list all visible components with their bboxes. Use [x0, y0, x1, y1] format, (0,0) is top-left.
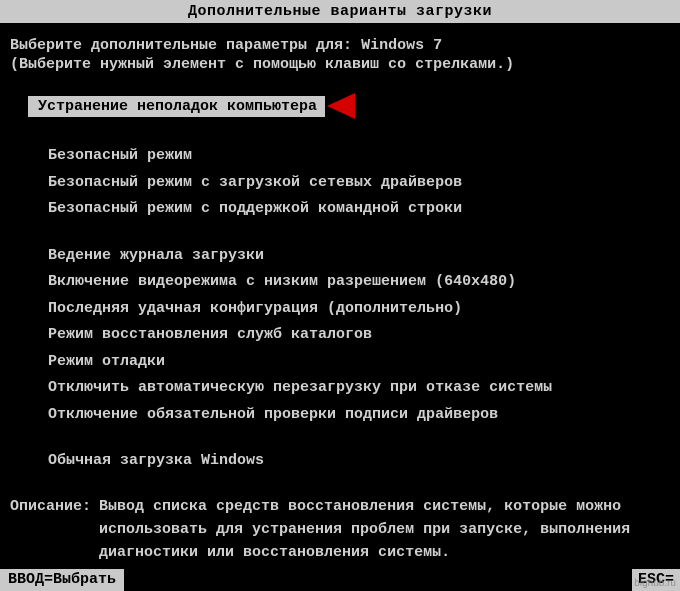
prompt-line: Выберите дополнительные параметры для: W…: [10, 37, 670, 54]
footer-enter-hint: ВВОД=Выбрать: [0, 569, 124, 591]
menu-group-normal: Обычная загрузка Windows: [48, 448, 670, 475]
menu-item[interactable]: Отключение обязательной проверки подписи…: [48, 402, 670, 429]
watermark-text: bighub.ru: [634, 578, 676, 589]
menu-item[interactable]: Безопасный режим с загрузкой сетевых дра…: [48, 170, 670, 197]
footer-bar: ВВОД=Выбрать ESC=: [0, 569, 680, 591]
prompt-os: Windows 7: [361, 37, 442, 54]
selected-option-row[interactable]: Устранение неполадок компьютера: [28, 93, 670, 119]
menu-item[interactable]: Включение видеорежима с низким разрешени…: [48, 269, 670, 296]
description-text: Вывод списка средств восстановления сист…: [99, 495, 670, 565]
footer-gap: [124, 569, 632, 591]
menu-item[interactable]: Режим восстановления служб каталогов: [48, 322, 670, 349]
menu-item[interactable]: Безопасный режим с поддержкой командной …: [48, 196, 670, 223]
hint-line: (Выберите нужный элемент с помощью клави…: [10, 56, 670, 73]
menu-item[interactable]: Ведение журнала загрузки: [48, 243, 670, 270]
menu-item[interactable]: Режим отладки: [48, 349, 670, 376]
arrow-left-icon: [327, 93, 355, 119]
title-text: Дополнительные варианты загрузки: [188, 3, 492, 20]
description-block: Описание: Вывод списка средств восстанов…: [0, 495, 680, 565]
menu-group-advanced: Ведение журнала загрузки Включение видео…: [48, 243, 670, 429]
menu-item[interactable]: Обычная загрузка Windows: [48, 448, 670, 475]
main-content: Выберите дополнительные параметры для: W…: [0, 23, 680, 475]
menu-item-repair-computer[interactable]: Устранение неполадок компьютера: [28, 96, 325, 117]
menu-item[interactable]: Последняя удачная конфигурация (дополнит…: [48, 296, 670, 323]
menu-group-safe-mode: Безопасный режим Безопасный режим с загр…: [48, 143, 670, 223]
menu-item[interactable]: Отключить автоматическую перезагрузку пр…: [48, 375, 670, 402]
description-label: Описание:: [10, 495, 91, 565]
menu-item[interactable]: Безопасный режим: [48, 143, 670, 170]
prompt-prefix: Выберите дополнительные параметры для:: [10, 37, 352, 54]
title-bar: Дополнительные варианты загрузки: [0, 0, 680, 23]
